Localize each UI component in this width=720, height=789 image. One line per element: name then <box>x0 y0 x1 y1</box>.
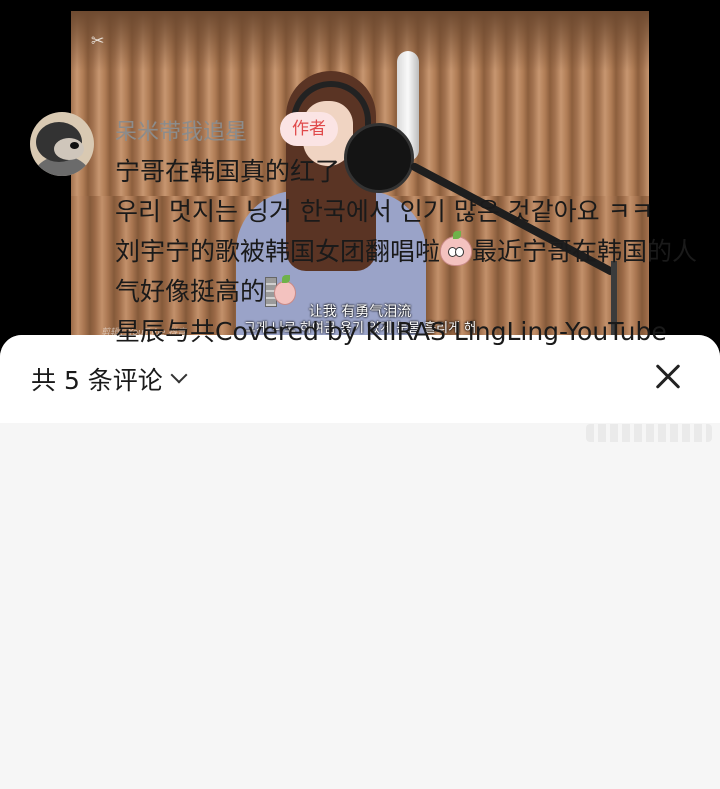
comment-line-part: 刘宇宁的歌被韩国女团翻唱啦 <box>115 237 441 266</box>
close-icon[interactable] <box>650 359 686 395</box>
comment-list <box>0 423 720 789</box>
comment-line: 刘宇宁的歌被韩国女团翻唱啦 最近宁哥在韩国的人气好像挺高的 <box>115 231 700 312</box>
comment-line: 우리 멋지는 닝거 한국에서 인기 많은 것같아요 ㅋㅋ <box>115 197 654 226</box>
peach-surprised-emoji-icon <box>440 231 473 266</box>
comment-text[interactable]: 宁哥在韩国真的红了 우리 멋지는 닝거 한국에서 인기 많은 것같아요 ㅋㅋ 刘… <box>115 152 700 352</box>
capcut-logo-icon: ✂ <box>91 31 105 50</box>
peach-peeking-emoji-icon <box>265 275 297 307</box>
truncated-more-icon <box>586 424 712 442</box>
comment-line: 星辰与共Covered by KIIRAS LingLing-YouTube <box>115 317 667 346</box>
author-badge: 作者 <box>280 112 338 146</box>
chevron-down-icon <box>170 366 188 384</box>
comment-username[interactable]: 呆米带我追星 <box>115 114 247 146</box>
comment-count-dropdown[interactable]: 共 5 条评论 <box>31 361 188 397</box>
video-shade <box>71 11 649 71</box>
comment-line: 宁哥在韩国真的红了 <box>115 157 341 186</box>
avatar[interactable] <box>30 112 94 176</box>
comment-sheet: 共 5 条评论 <box>0 335 720 789</box>
comment-count-label: 共 5 条评论 <box>31 366 163 395</box>
